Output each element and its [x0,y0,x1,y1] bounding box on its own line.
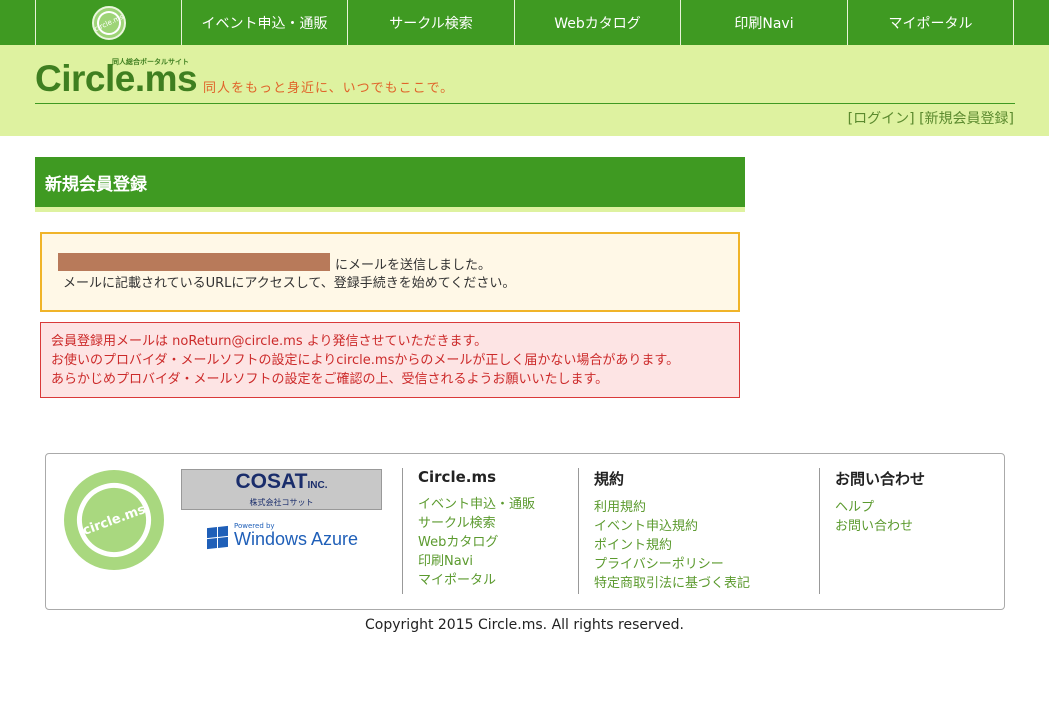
home-logo-link[interactable]: circle.ms [35,0,181,45]
footer-link-circle-search[interactable]: サークル検索 [418,514,535,533]
mail-delivery-warning: 会員登録用メールは noReturn@circle.ms より発信させていただき… [40,322,740,398]
footer-link-web-catalog[interactable]: Webカタログ [418,533,535,552]
windows-logo-icon [207,525,228,550]
footer-link-event-application[interactable]: イベント申込・通販 [418,495,535,514]
copyright-text: Copyright 2015 Circle.ms. All rights res… [365,617,684,633]
site-footer: circle.ms COSATINC. 株式会社コサット Powered by … [45,453,1005,610]
cosat-banner[interactable]: COSATINC. 株式会社コサット [181,469,382,510]
cosat-logo-text: COSAT [235,470,308,493]
cosat-inc-text: INC. [307,480,328,491]
page-title: 新規会員登録 [35,157,745,207]
footer-link-contact[interactable]: お問い合わせ [835,517,925,536]
footer-column-title: お問い合わせ [835,470,926,488]
footer-column-terms: 規約 利用規約 イベント申込規約 ポイント規約 プライバシーポリシー 特定商取引… [578,468,750,594]
nav-web-catalog[interactable]: Webカタログ [514,0,680,45]
footer-link-point-terms[interactable]: ポイント規約 [594,536,750,555]
footer-column-title: Circle.ms [418,468,497,486]
footer-link-print-navi[interactable]: 印刷Navi [418,552,535,571]
footer-link-help[interactable]: ヘルプ [835,498,925,517]
footer-column-contact: お問い合わせ ヘルプ お問い合わせ [819,468,925,594]
auth-links: [ログイン] [新規会員登録] [848,108,1014,128]
notice-line-2: メールに記載されているURLにアクセスして、登録手続きを始めてください。 [63,276,516,291]
site-tagline: 同人をもっと身近に、いつでもここで。 [203,81,455,96]
footer-link-event-terms[interactable]: イベント申込規約 [594,517,750,536]
cosat-company-name: 株式会社コサット [249,498,314,507]
nav-print-navi[interactable]: 印刷Navi [680,0,847,45]
brand-subtitle: 同人総合ポータルサイト [112,58,189,66]
mail-sent-notice: にメールを送信しました。 メールに記載されているURLにアクセスして、登録手続き… [40,232,740,312]
footer-column-circle-ms: Circle.ms イベント申込・通販 サークル検索 Webカタログ 印刷Nav… [402,468,535,594]
notice-line-1: にメールを送信しました。 [335,258,492,273]
footer-column-title: 規約 [594,470,625,488]
nav-circle-search[interactable]: サークル検索 [347,0,514,45]
title-underline [35,207,745,212]
windows-azure-banner[interactable]: Powered by Windows Azure [207,522,359,550]
nav-my-portal[interactable]: マイポータル [847,0,1014,45]
footer-link-privacy-policy[interactable]: プライバシーポリシー [594,555,750,574]
register-link[interactable]: [新規会員登録] [919,111,1014,127]
top-nav: circle.ms イベント申込・通販 サークル検索 Webカタログ 印刷Nav… [0,0,1049,45]
header-divider [35,103,1015,104]
login-link[interactable]: [ログイン] [848,111,915,127]
footer-link-terms-of-use[interactable]: 利用規約 [594,498,750,517]
warning-line-2: お使いのプロバイダ・メールソフトの設定によりcircle.msからのメールが正し… [51,353,680,368]
circle-ms-logo-icon: circle.ms [91,5,126,40]
warning-line-3: あらかじめプロバイダ・メールソフトの設定をご確認の上、受信されるようお願いいたし… [51,372,609,387]
site-header: Circle.ms 同人総合ポータルサイト 同人をもっと身近に、いつでもここで。… [0,45,1049,136]
warning-line-1: 会員登録用メールは noReturn@circle.ms より発信させていただき… [51,334,488,349]
circle-ms-footer-logo-icon: circle.ms [64,470,164,570]
footer-link-my-portal[interactable]: マイポータル [418,571,535,590]
footer-link-commercial-transactions[interactable]: 特定商取引法に基づく表記 [594,574,750,593]
nav-event-application[interactable]: イベント申込・通販 [181,0,347,45]
azure-name: Windows Azure [234,529,359,549]
redacted-email-address [58,253,330,271]
